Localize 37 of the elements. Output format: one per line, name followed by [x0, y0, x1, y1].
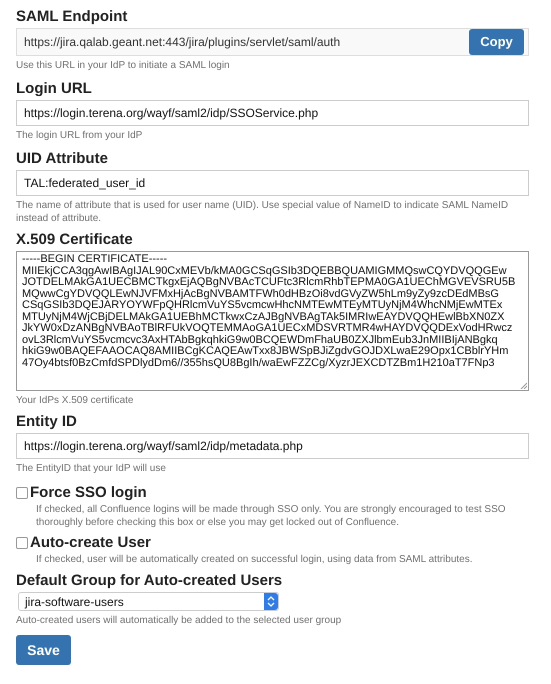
help-text: Use this URL in your IdP to initiate a SAML login: [16, 59, 231, 72]
help-text: If checked, all Confluence logins will be made through SSO only. You are strongly encouraged to test SSO thoroughly before checking this box or else you may get locked out of Confluence.: [35, 503, 507, 529]
copy-button[interactable]: Copy: [469, 29, 524, 55]
field-label: Login URL: [16, 80, 93, 98]
text-field[interactable]: TAL:federated_user_id: [16, 170, 529, 196]
certificate-line: JOTDELMAkGA1UECBMCTkgxEjAQBgNVBAcTCUFtc3RlcmRhbTEPMA0GA1UEChMGVEVSRU5B: [22, 277, 516, 288]
certificate-line: MTUyNjM4WjCBjDELMAkGA1UEBhMCTkwxCzAJBgNVBAgTAk5IMRIwEAYDVQQHEwlBbXN0ZX: [22, 312, 504, 323]
checkbox[interactable]: [16, 537, 28, 549]
field-label: X.509 Certificate: [16, 231, 134, 249]
save-button[interactable]: Save: [16, 635, 71, 665]
certificate-line: MIIEkjCCA3qgAwIBAgIJAL90CxMEVb/kMA0GCSqGSIb3DQEBBQUAMIGMMQswCQYDVQQGEw: [22, 266, 507, 277]
certificate-line: 47Oy4btsf0BzCmfdSPDlydDm6//355hsQU8BgIh/waEwFZZCg/XyzrJEXCDTZBm1H210aT7FNp3: [22, 358, 495, 369]
help-text: The name of attribute that is used for user name (UID). Use special value of NameID to indicate SAML NameID instead of attribute.: [16, 199, 510, 225]
certificate-line: -----BEGIN CERTIFICATE-----: [22, 254, 168, 266]
certificate-line: JkYW0xDzANBgNVBAoTBlRFUkVOQTEMMAoGA1UECxMDSVRTMR4wHAYDVQQDExVodHRwcz: [22, 323, 512, 334]
help-text: If checked, user will be automatically created on successful login, using data from SAML attributes.: [35, 553, 474, 566]
help-text: Auto-created users will automatically be added to the selected user group: [16, 614, 342, 627]
certificate-line: CSqGSIb3DQEJARYOYWFpQHRlcmVuYS5vcmcwHhcNMTEwMTEyMTUyNjM4WhcNMjEwMTEx: [22, 300, 502, 312]
resize-grip-icon: [520, 382, 527, 389]
field-label: Entity ID: [16, 413, 78, 431]
text-field[interactable]: https://login.terena.org/wayf/saml2/idp/SSOService.php: [16, 100, 529, 126]
dropdown-arrows-icon: [264, 593, 278, 610]
checkbox[interactable]: [16, 487, 28, 499]
help-text: The login URL from your IdP: [16, 129, 144, 142]
certificate-line: MQwwCgYDVQQLEwNJVFMxHjAcBgNVBAMTFWh0dHBzOi8vdGVyZW5hLm9yZy9zcDEdMBsG: [22, 288, 499, 300]
field-label: UID Attribute: [16, 150, 109, 168]
certificate-line: hkiG9w0BAQEFAAOCAQ8AMIIBCgKCAQEAwTxx8JBWSpBJiZgdvGOJDXLwaE29Opx1CBblrYHm: [22, 346, 508, 358]
help-text: Your IdPs X.509 certificate: [16, 394, 134, 407]
field-label: SAML Endpoint: [16, 8, 128, 26]
checkbox-label[interactable]: Force SSO login: [30, 483, 147, 503]
text-field[interactable]: https://login.terena.org/wayf/saml2/idp/metadata.php: [16, 433, 529, 459]
certificate-line: ovL3RlcmVuYS5vcmcvc3AxHTAbBgkqhkiG9w0BCQEWDmFhaUB0ZXJlbmEub3JnMIIBIjANBgkq: [22, 334, 498, 346]
checkbox-label[interactable]: Auto-create User: [30, 533, 151, 553]
help-text: The EntityID that your IdP will use: [16, 462, 167, 475]
certificate-textarea[interactable]: [16, 251, 529, 391]
field-label: Default Group for Auto-created Users: [16, 572, 284, 590]
group-select[interactable]: jira-software-users: [18, 592, 279, 611]
